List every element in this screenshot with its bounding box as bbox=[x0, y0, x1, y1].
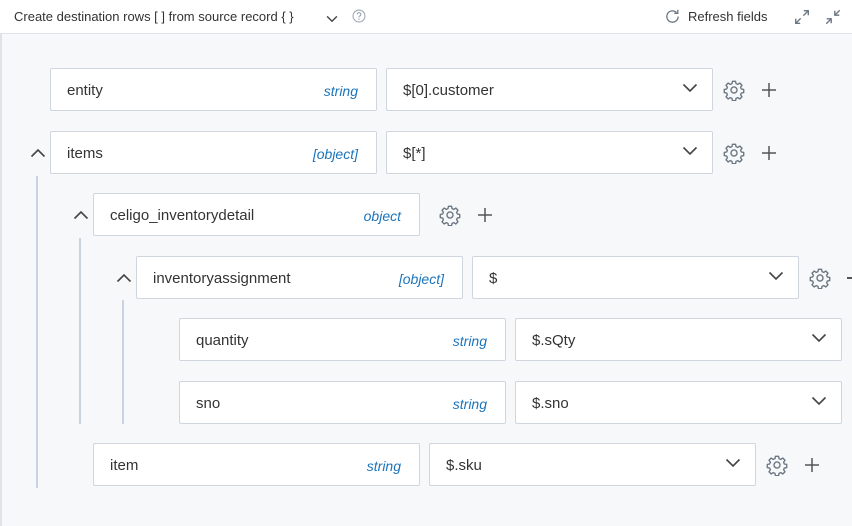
destination-field-celigo-inventorydetail[interactable]: celigo_inventorydetail object bbox=[93, 193, 420, 236]
field-name: quantity bbox=[196, 332, 249, 349]
source-field-select-items[interactable]: $[*] bbox=[386, 131, 713, 174]
field-name: celigo_inventorydetail bbox=[110, 207, 255, 224]
tree-line-celigo bbox=[79, 238, 81, 424]
field-type: string bbox=[323, 83, 358, 99]
chevron-down-icon bbox=[768, 271, 784, 281]
destination-field-items[interactable]: items [object] bbox=[50, 131, 377, 174]
collapse-all-icon[interactable] bbox=[824, 8, 842, 31]
chevron-down-icon bbox=[725, 458, 741, 468]
field-type: [object] bbox=[312, 146, 358, 162]
source-field-select-sno[interactable]: $.sno bbox=[515, 381, 842, 424]
destination-field-sno[interactable]: sno string bbox=[179, 381, 506, 424]
add-row-icon-clipped[interactable] bbox=[847, 277, 852, 279]
source-field-select-item[interactable]: $.sku bbox=[429, 443, 756, 486]
destination-field-entity[interactable]: entity string bbox=[50, 68, 377, 111]
help-icon[interactable] bbox=[352, 9, 366, 28]
source-field-value: $[0].customer bbox=[403, 82, 494, 99]
gear-icon[interactable] bbox=[809, 267, 831, 289]
field-name: items bbox=[67, 145, 103, 162]
destination-field-inventoryassignment[interactable]: inventoryassignment [object] bbox=[136, 256, 463, 299]
collapse-chevron-up-icon[interactable] bbox=[116, 273, 132, 283]
gear-icon[interactable] bbox=[766, 454, 788, 476]
mapper-toolbar: Create destination rows [ ] from source … bbox=[0, 0, 852, 34]
tree-line-items bbox=[36, 176, 38, 488]
refresh-fields-button[interactable]: Refresh fields bbox=[664, 8, 767, 25]
tree-line-inventoryassignment bbox=[122, 300, 124, 424]
gear-icon[interactable] bbox=[723, 142, 745, 164]
source-field-value: $ bbox=[489, 270, 498, 287]
add-row-icon[interactable] bbox=[804, 457, 820, 473]
refresh-fields-label: Refresh fields bbox=[688, 9, 768, 24]
field-type: string bbox=[366, 458, 401, 474]
collapse-chevron-up-icon[interactable] bbox=[73, 210, 89, 220]
chevron-down-icon bbox=[811, 396, 827, 406]
destination-field-quantity[interactable]: quantity string bbox=[179, 318, 506, 361]
field-type: string bbox=[452, 396, 487, 412]
field-type: string bbox=[452, 333, 487, 349]
expand-all-icon[interactable] bbox=[793, 8, 811, 31]
field-name: inventoryassignment bbox=[153, 270, 291, 287]
mapping-mode-title: Create destination rows [ ] from source … bbox=[14, 9, 294, 24]
chevron-down-icon bbox=[682, 146, 698, 156]
chevron-down-icon bbox=[682, 83, 698, 93]
source-field-value: $[*] bbox=[403, 145, 426, 162]
source-field-select-quantity[interactable]: $.sQty bbox=[515, 318, 842, 361]
refresh-icon bbox=[666, 9, 679, 23]
field-type: object bbox=[363, 208, 401, 224]
field-name: sno bbox=[196, 395, 221, 412]
gear-icon[interactable] bbox=[723, 79, 745, 101]
add-row-icon[interactable] bbox=[761, 145, 777, 161]
field-name: item bbox=[110, 457, 139, 474]
collapse-chevron-up-icon[interactable] bbox=[30, 148, 46, 158]
gear-icon[interactable] bbox=[439, 204, 461, 226]
source-field-value: $.sku bbox=[446, 457, 482, 474]
field-name: entity bbox=[67, 82, 103, 99]
mapping-mode-dropdown-icon[interactable] bbox=[326, 10, 338, 28]
destination-field-item[interactable]: item string bbox=[93, 443, 420, 486]
chevron-down-icon bbox=[811, 333, 827, 343]
source-field-select-inventoryassignment[interactable]: $ bbox=[472, 256, 799, 299]
mapping-tree: entity string $[0].customer items [objec… bbox=[0, 34, 852, 526]
source-field-select-entity[interactable]: $[0].customer bbox=[386, 68, 713, 111]
field-type: [object] bbox=[398, 271, 444, 287]
add-row-icon[interactable] bbox=[477, 207, 493, 223]
source-field-value: $.sQty bbox=[532, 332, 576, 349]
source-field-value: $.sno bbox=[532, 395, 569, 412]
add-row-icon[interactable] bbox=[761, 82, 777, 98]
